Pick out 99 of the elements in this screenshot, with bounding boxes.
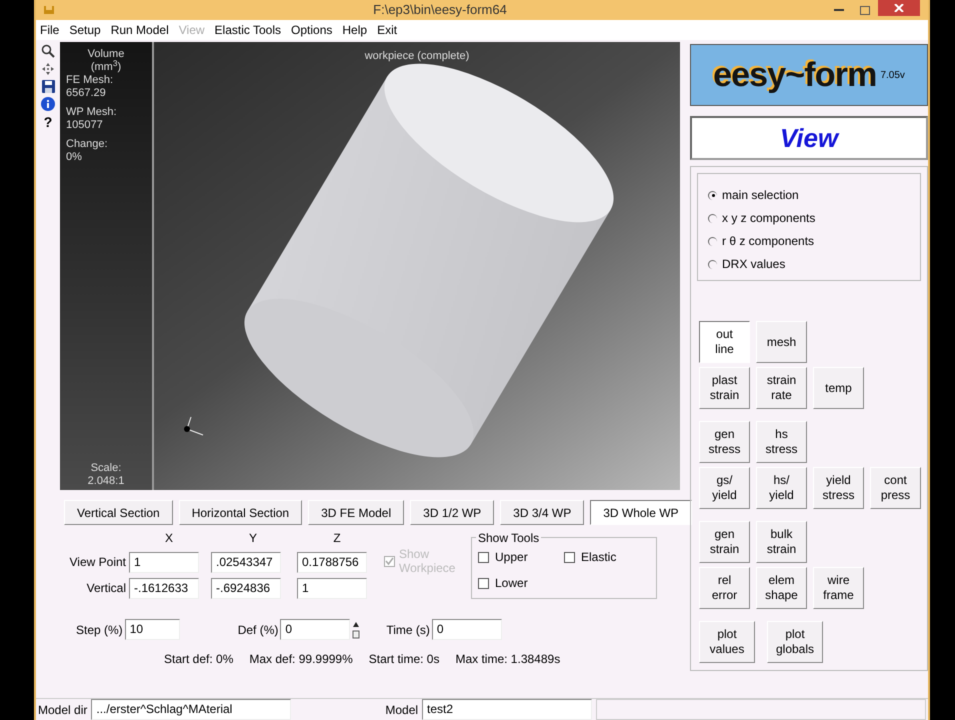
close-button[interactable] bbox=[878, 0, 920, 16]
scale-value: 2.048:1 bbox=[86, 475, 126, 488]
view-button[interactable]: plot globals bbox=[767, 621, 823, 663]
input-field[interactable]: 0 bbox=[432, 619, 502, 640]
view-button[interactable]: strain rate bbox=[756, 367, 807, 409]
view-button[interactable]: elem shape bbox=[756, 567, 807, 609]
radio-button[interactable] bbox=[708, 260, 717, 268]
input-field[interactable]: 10 bbox=[124, 619, 180, 640]
radio-label: DRX values bbox=[722, 256, 786, 273]
column-header: Y bbox=[248, 530, 258, 548]
checkbox-label: Elastic bbox=[581, 549, 616, 566]
axes-icon bbox=[181, 415, 205, 437]
view-button[interactable]: plast strain bbox=[699, 367, 750, 409]
view-button[interactable]: out line bbox=[699, 321, 750, 363]
radio-button[interactable] bbox=[708, 190, 717, 200]
input-field[interactable]: 0.1788756 bbox=[297, 552, 367, 573]
minimize-icon[interactable] bbox=[834, 8, 844, 12]
row-label: Vertical bbox=[86, 580, 127, 598]
close-icon bbox=[894, 4, 904, 12]
view-button[interactable]: mesh bbox=[756, 321, 807, 363]
view-button[interactable]: 3D Whole WP bbox=[590, 500, 692, 525]
info-text: Max time: 1.38489s bbox=[455, 651, 560, 668]
spinner-icon[interactable] bbox=[352, 620, 360, 640]
checkbox[interactable] bbox=[564, 552, 575, 562]
move-icon[interactable] bbox=[41, 62, 55, 76]
column-header: X bbox=[164, 530, 174, 548]
view-button[interactable]: hs stress bbox=[756, 421, 807, 463]
column-header: Z bbox=[332, 530, 342, 548]
view-button[interactable]: wire frame bbox=[813, 567, 864, 609]
input-field[interactable]: 0 bbox=[280, 619, 350, 640]
volume-text: WP Mesh: bbox=[66, 106, 118, 119]
menu-item[interactable]: Options bbox=[291, 21, 332, 39]
volume-text: 0% bbox=[66, 151, 83, 164]
viewport-title: workpiece (complete) bbox=[364, 49, 470, 64]
volume-text: 6567.29 bbox=[66, 87, 107, 100]
checkbox-label: Upper bbox=[495, 549, 528, 566]
3d-viewport[interactable]: Volume (mm$^{3}$) FE Mesh: 6567.29 WP Mesh: 105077 Change: 0% Scale: 2.048:1 workpiece (complete) bbox=[60, 42, 680, 490]
info-icon[interactable] bbox=[41, 97, 55, 111]
checkbox[interactable] bbox=[478, 578, 489, 588]
info-text: Start time: 0s bbox=[368, 651, 440, 668]
view-button[interactable]: temp bbox=[813, 367, 864, 409]
scale-label: Scale: bbox=[90, 462, 122, 475]
menu-item[interactable]: Elastic Tools bbox=[214, 21, 282, 39]
input-field[interactable]: .../erster^Schlag^MAterial bbox=[91, 699, 292, 720]
app-icon bbox=[44, 6, 54, 14]
menu-item[interactable]: Help bbox=[342, 21, 368, 39]
field-label: Step (%) bbox=[76, 622, 123, 638]
input-field[interactable]: .02543347 bbox=[211, 552, 281, 573]
maximize-icon[interactable] bbox=[860, 6, 870, 14]
view-button[interactable]: bulk strain bbox=[756, 521, 807, 563]
window-title: F:\ep3\bin\eesy-form64 bbox=[372, 1, 508, 20]
radio-label: x y z components bbox=[722, 210, 816, 227]
field-label: Time (s) bbox=[386, 622, 430, 638]
view-button[interactable]: cont press bbox=[870, 467, 921, 509]
row-label: View Point bbox=[68, 554, 127, 572]
version-text: 7.05v bbox=[880, 68, 905, 82]
view-button[interactable]: 3D FE Model bbox=[308, 500, 404, 525]
view-button[interactable]: Vertical Section bbox=[64, 500, 173, 525]
info-text: Start def: 0% bbox=[164, 651, 234, 668]
radio-button[interactable] bbox=[708, 236, 717, 246]
menu-item[interactable]: Run Model bbox=[110, 21, 169, 39]
view-button[interactable]: 3D 3/4 WP bbox=[500, 500, 584, 525]
mode-title: View bbox=[780, 122, 838, 154]
input-field[interactable]: 1 bbox=[297, 578, 367, 599]
view-button[interactable]: Horizontal Section bbox=[178, 500, 302, 525]
help-icon[interactable]: ? bbox=[44, 115, 52, 129]
radio-button[interactable] bbox=[708, 214, 717, 222]
view-button[interactable]: plot values bbox=[699, 621, 755, 663]
volume-text: (mm$^{3}$) bbox=[90, 61, 122, 74]
view-button[interactable]: yield stress bbox=[813, 467, 864, 509]
field-label: Def (%) bbox=[238, 622, 278, 638]
checkbox[interactable] bbox=[478, 552, 489, 562]
volume-text: Volume bbox=[86, 48, 126, 60]
view-button[interactable]: hs/ yield bbox=[756, 467, 807, 509]
checkbox-label: Show Workpiece bbox=[399, 547, 456, 575]
view-button[interactable]: gen stress bbox=[699, 421, 750, 463]
status-label: Model dir bbox=[38, 702, 88, 718]
checkbox-label: Lower bbox=[495, 575, 528, 592]
input-field[interactable]: -.1612633 bbox=[129, 578, 199, 599]
volume-text: Change: bbox=[66, 138, 109, 151]
menu-item[interactable]: Setup bbox=[69, 21, 101, 39]
menu-item[interactable]: Exit bbox=[377, 21, 398, 39]
view-button[interactable]: gen strain bbox=[699, 521, 750, 563]
status-label: Model bbox=[385, 702, 418, 718]
radio-label: r θ z components bbox=[722, 233, 814, 250]
input-field[interactable]: 1 bbox=[129, 552, 199, 573]
logo-text: eesy~form bbox=[713, 54, 876, 96]
input-field[interactable]: -.6924836 bbox=[211, 578, 281, 599]
volume-text: FE Mesh: bbox=[66, 74, 114, 87]
input-field[interactable]: test2 bbox=[422, 699, 592, 720]
menu-item[interactable]: File bbox=[40, 21, 60, 39]
info-text: Max def: 99.9999% bbox=[249, 651, 353, 668]
save-icon[interactable] bbox=[42, 80, 54, 93]
search-icon[interactable] bbox=[41, 44, 55, 58]
volume-text: 105077 bbox=[66, 119, 104, 132]
view-button[interactable]: 3D 1/2 WP bbox=[410, 500, 494, 525]
view-button[interactable]: rel error bbox=[699, 567, 750, 609]
radio-label: main selection bbox=[722, 187, 799, 204]
view-button[interactable]: gs/ yield bbox=[699, 467, 750, 509]
